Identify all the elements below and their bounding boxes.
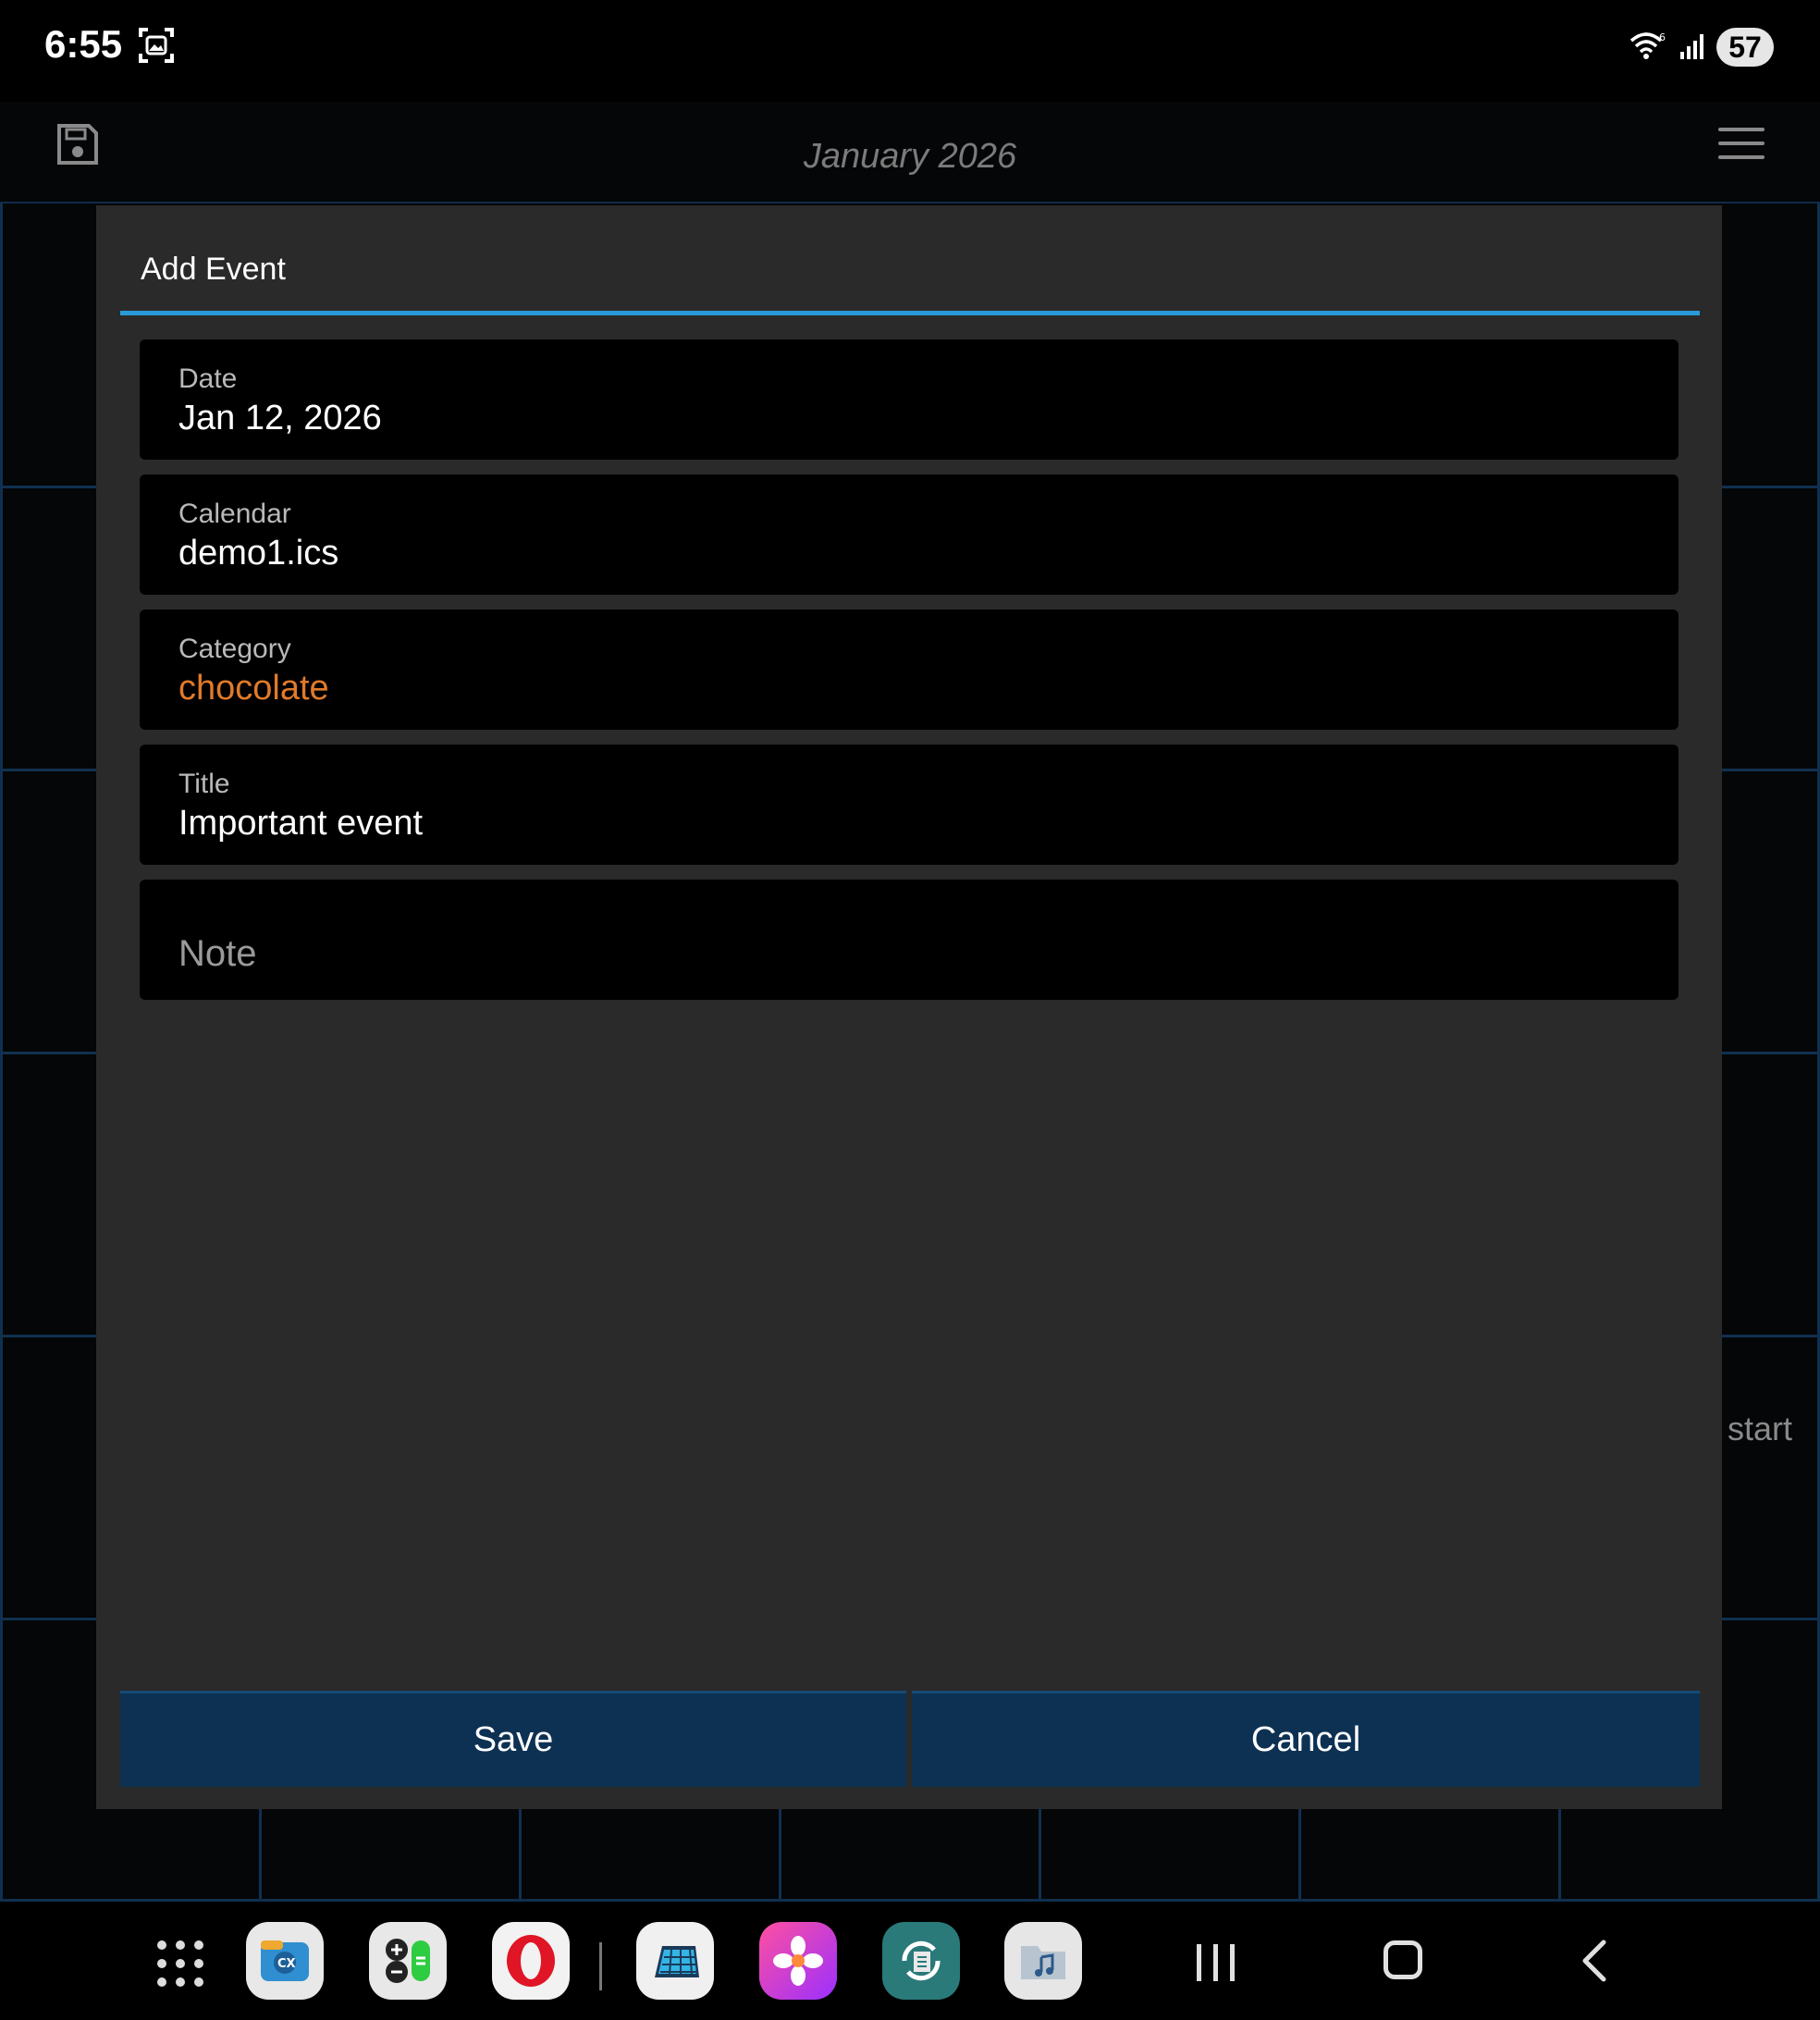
category-value: chocolate xyxy=(178,669,329,708)
svg-text:6: 6 xyxy=(1659,31,1666,43)
status-bar: 6:55 6 57 xyxy=(0,0,1820,102)
grid-line xyxy=(259,1808,262,1901)
screenshot-indicator-icon xyxy=(139,28,174,63)
grid-line xyxy=(779,1808,781,1901)
calculator-icon[interactable] xyxy=(369,1922,447,2000)
dock-separator xyxy=(599,1942,602,1990)
calendar-label: Calendar xyxy=(178,499,291,529)
calendar-app-icon[interactable] xyxy=(636,1922,714,2000)
taskbar: CX xyxy=(0,1902,1820,2020)
wifi-icon: 6 xyxy=(1629,31,1666,59)
calendar-value: demo1.ics xyxy=(178,534,339,573)
grid-line xyxy=(1039,1808,1041,1901)
dialog-title: Add Event xyxy=(141,252,286,287)
title-field[interactable]: Title Important event xyxy=(140,745,1679,865)
recent-apps-icon[interactable] xyxy=(1197,1944,1237,1981)
cancel-button[interactable]: Cancel xyxy=(912,1691,1700,1787)
home-icon[interactable] xyxy=(1383,1940,1422,1979)
date-field[interactable]: Date Jan 12, 2026 xyxy=(140,339,1679,460)
grid-line xyxy=(1298,1808,1301,1901)
svg-text:CX: CX xyxy=(277,1957,296,1971)
note-placeholder: Note xyxy=(178,933,257,974)
hamburger-menu-icon[interactable] xyxy=(1718,128,1765,165)
dialog-title-divider xyxy=(120,311,1700,315)
cell-signal-icon xyxy=(1680,34,1703,59)
grid-line xyxy=(0,203,3,1902)
add-event-dialog: Add Event Date Jan 12, 2026 Calendar dem… xyxy=(96,205,1722,1809)
month-title: January 2026 xyxy=(803,137,1017,176)
save-button[interactable]: Save xyxy=(120,1691,906,1787)
title-label: Title xyxy=(178,769,230,799)
category-label: Category xyxy=(178,634,291,664)
app-bar: January 2026 xyxy=(0,102,1820,203)
battery-badge: 57 xyxy=(1716,28,1774,67)
opera-browser-icon[interactable] xyxy=(492,1922,570,2000)
grid-line xyxy=(1558,1808,1561,1901)
background-event-text: start xyxy=(1728,1410,1793,1447)
status-time: 6:55 xyxy=(44,22,123,66)
music-folder-icon[interactable] xyxy=(1004,1922,1082,2000)
note-field[interactable]: Note xyxy=(140,880,1679,1000)
grid-line xyxy=(519,1808,522,1901)
photos-flower-icon[interactable] xyxy=(759,1922,837,2000)
date-value: Jan 12, 2026 xyxy=(178,399,382,437)
date-label: Date xyxy=(178,363,238,394)
cx-file-explorer-icon[interactable]: CX xyxy=(246,1922,324,2000)
category-field[interactable]: Category chocolate xyxy=(140,610,1679,730)
title-value: Important event xyxy=(178,804,424,843)
sync-app-icon[interactable] xyxy=(882,1922,960,2000)
back-icon[interactable] xyxy=(1574,1939,1615,1983)
calendar-field[interactable]: Calendar demo1.ics xyxy=(140,474,1679,595)
app-drawer-icon[interactable] xyxy=(157,1940,203,1987)
